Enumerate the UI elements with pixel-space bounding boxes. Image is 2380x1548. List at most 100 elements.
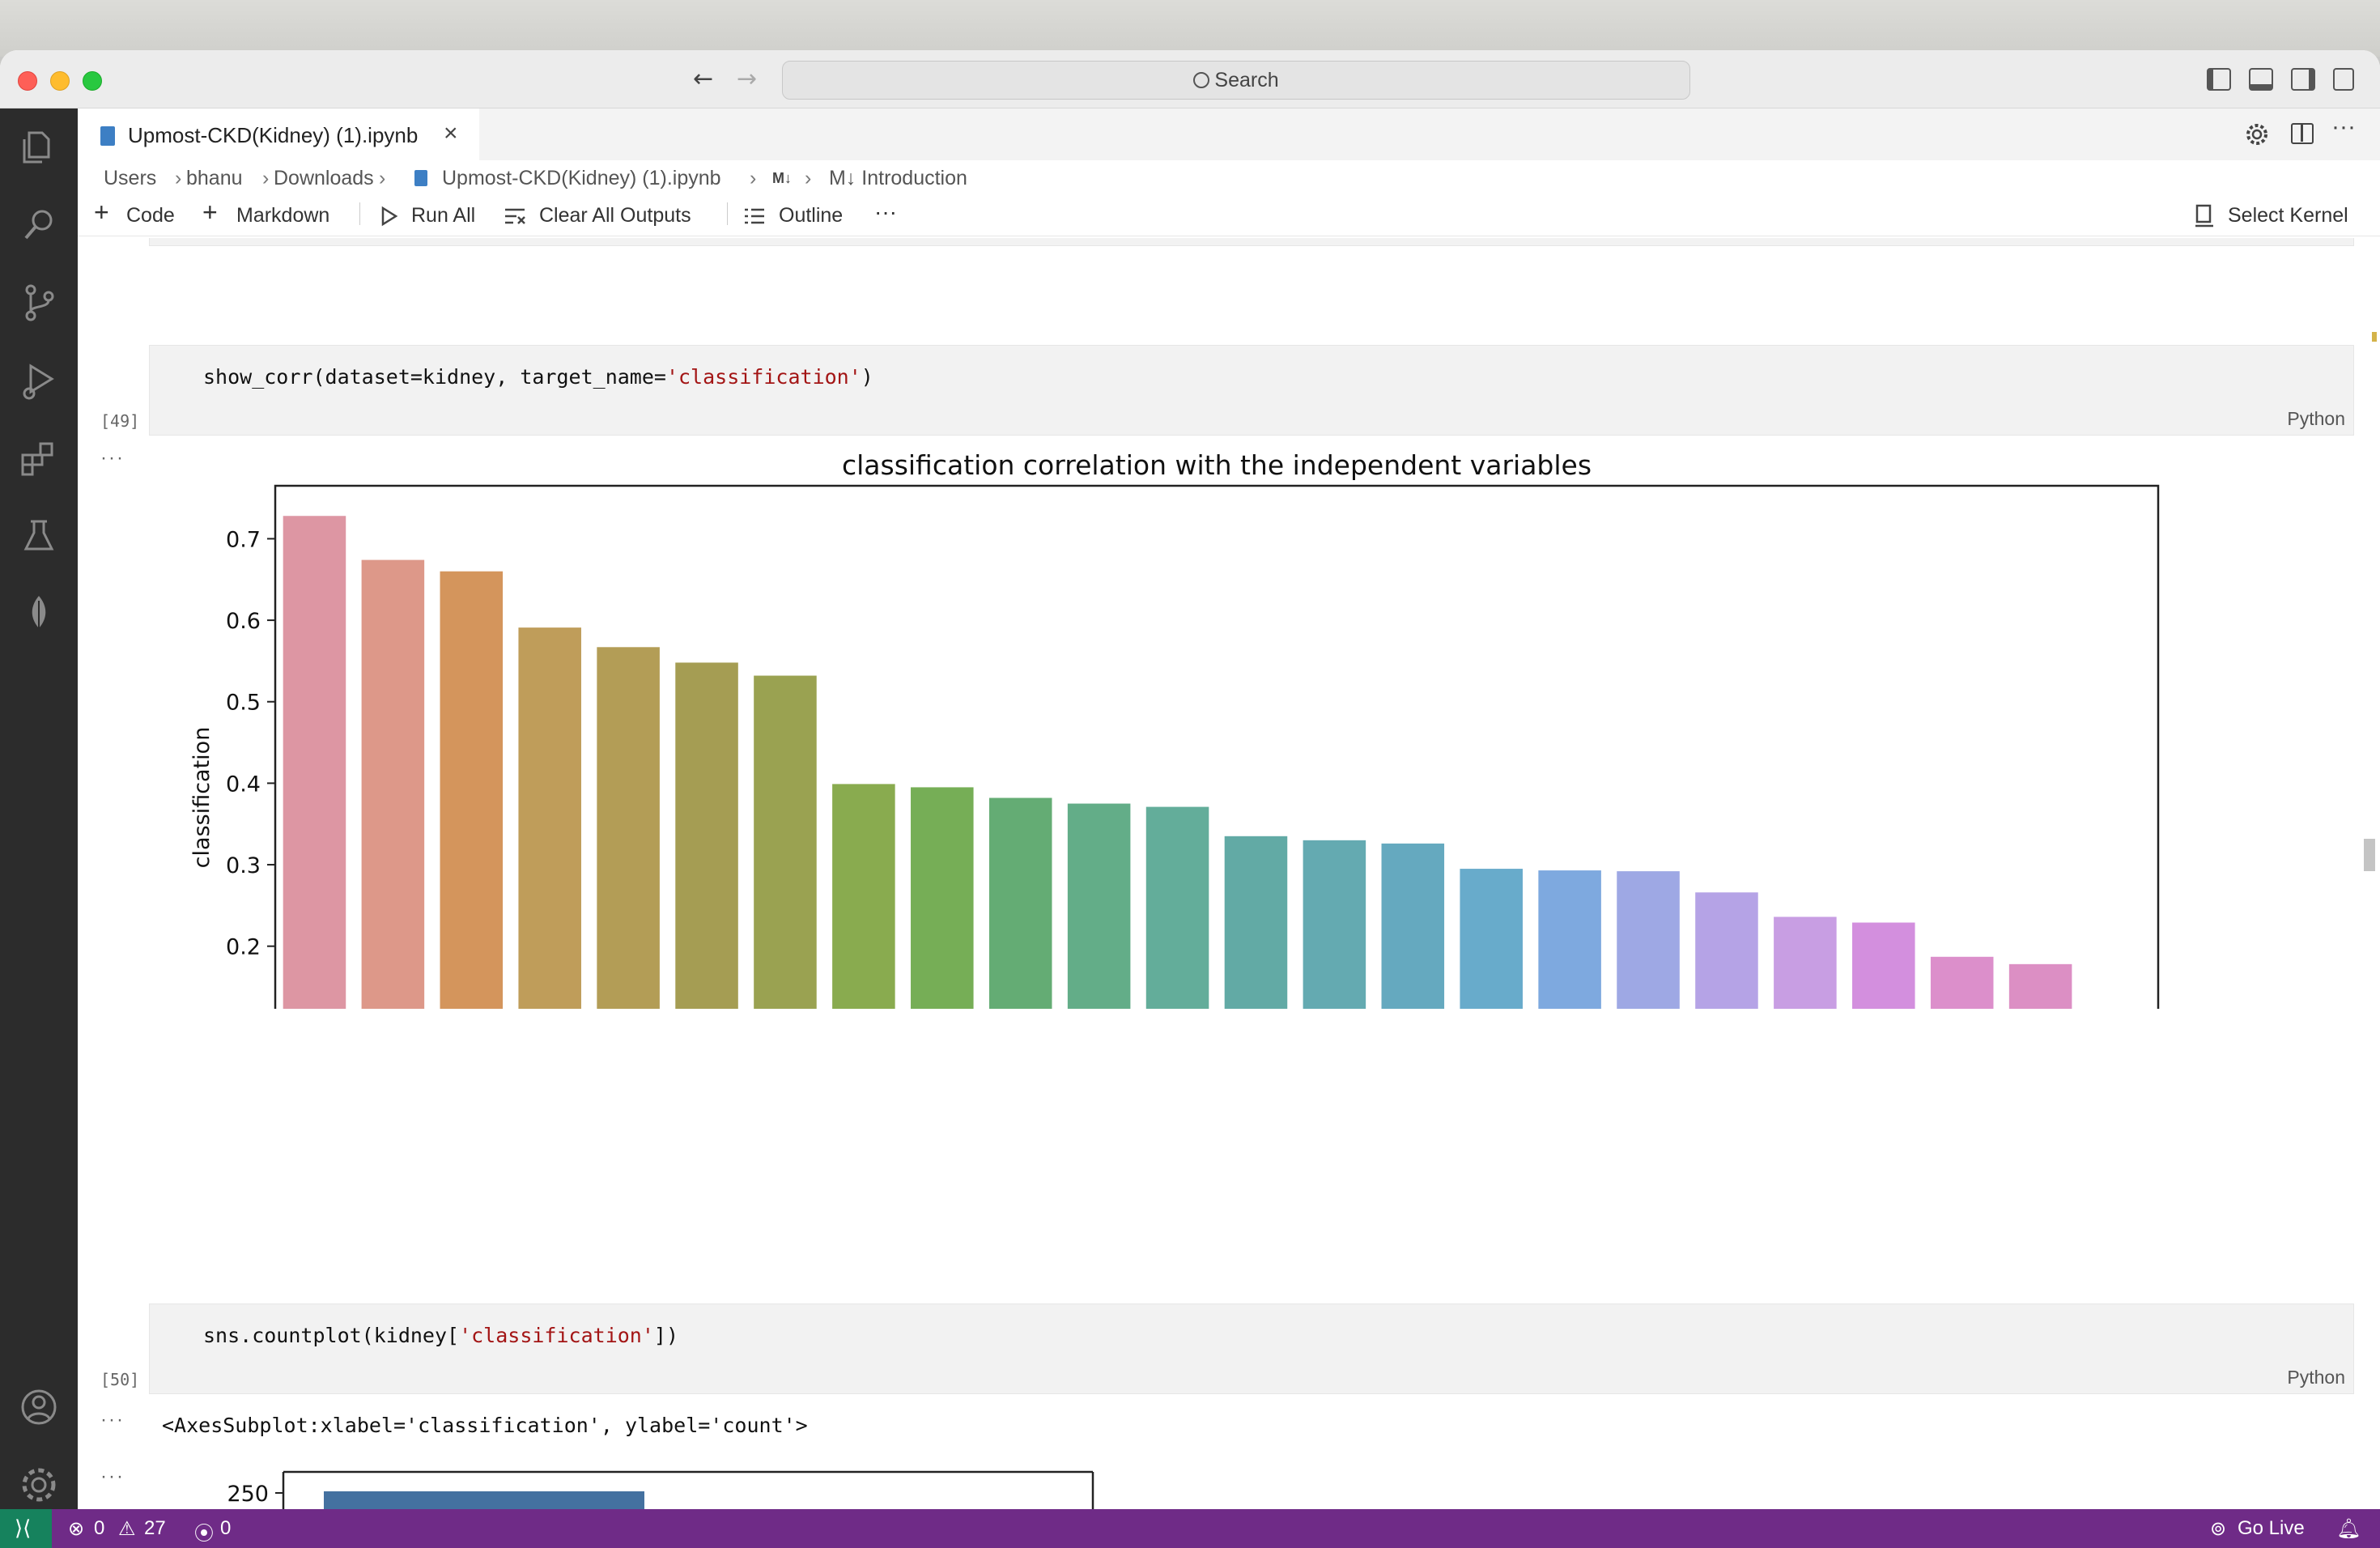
extensions-icon[interactable] xyxy=(18,437,60,479)
cell-language-label[interactable]: Python xyxy=(2287,408,2345,430)
chevron-right-icon: › xyxy=(262,167,270,189)
go-live-button[interactable]: Go Live xyxy=(2238,1517,2305,1540)
bar-ane xyxy=(1381,843,1445,1009)
run-all-icon xyxy=(381,206,398,227)
code-string: 'classification' xyxy=(459,1324,654,1347)
source-control-icon[interactable] xyxy=(18,282,60,324)
outline-list-icon xyxy=(745,208,764,224)
back-arrow-icon[interactable]: ← xyxy=(693,65,713,93)
run-all-button[interactable]: Run All xyxy=(411,204,475,228)
notebook-toolbar: + Code + Markdown Run All Clear All Outp… xyxy=(78,196,2380,236)
minimize-window-button[interactable] xyxy=(50,71,70,91)
chevron-right-icon: › xyxy=(379,167,386,189)
maximize-window-button[interactable] xyxy=(83,71,102,91)
ports-count[interactable]: 0 xyxy=(220,1517,231,1540)
bar-htn xyxy=(518,627,581,1009)
y-tick-label: 0.2 xyxy=(226,935,261,960)
kernel-icon xyxy=(2195,204,2213,228)
manage-gear-icon[interactable] xyxy=(18,1464,60,1506)
bar-bgr xyxy=(988,797,1052,1009)
clear-all-outputs-button[interactable]: Clear All Outputs xyxy=(539,204,691,228)
account-icon[interactable] xyxy=(18,1386,60,1428)
more-actions-icon[interactable]: ··· xyxy=(2331,113,2356,141)
error-icon: ⊗ xyxy=(68,1518,85,1540)
vscode-window: ← → Search Upmost-CKD(Kidney) (1).ipynb … xyxy=(0,50,2380,1548)
code-text: ]) xyxy=(653,1324,679,1347)
bar-count xyxy=(324,1491,644,1509)
desktop-background xyxy=(0,0,2380,57)
customize-layout-icon[interactable] xyxy=(2333,68,2354,91)
bar-ba xyxy=(1930,956,1994,1009)
bar-pc xyxy=(832,784,895,1009)
chevron-right-icon: › xyxy=(805,167,812,189)
warning-count[interactable]: 27 xyxy=(144,1517,166,1540)
bar-rc xyxy=(597,647,660,1009)
plus-icon: + xyxy=(202,198,218,227)
notifications-bell-icon[interactable]: 🔔︎ xyxy=(2336,1517,2361,1541)
notebook-settings-gear-icon[interactable] xyxy=(2244,121,2270,147)
search-label: Search xyxy=(1214,69,1279,91)
tab-label: Upmost-CKD(Kidney) (1).ipynb xyxy=(128,123,419,147)
output-more-icon[interactable]: ··· xyxy=(100,1409,125,1431)
scrollbar-thumb[interactable] xyxy=(2364,839,2375,871)
plus-icon: + xyxy=(94,198,109,227)
notebook-file-icon xyxy=(414,170,427,186)
y-tick-label: 0.6 xyxy=(226,609,261,634)
code-string: 'classification' xyxy=(665,365,861,389)
breadcrumb-notebook[interactable]: Upmost-CKD(Kidney) (1).ipynb xyxy=(442,167,721,190)
outline-button[interactable]: Outline xyxy=(779,204,843,228)
cell-code[interactable]: show_corr(dataset=kidney, target_name='c… xyxy=(203,365,873,389)
broadcast-icon: ⊚ xyxy=(2210,1518,2227,1540)
y-tick-label: 0.5 xyxy=(226,691,261,716)
explorer-icon[interactable] xyxy=(18,126,60,168)
warning-icon: ⚠ xyxy=(118,1518,136,1540)
cell-code[interactable]: sns.countplot(kidney['classification']) xyxy=(203,1324,678,1347)
run-debug-icon[interactable] xyxy=(18,359,60,402)
bar-bp xyxy=(1538,870,1601,1009)
breadcrumb-markdown-cell[interactable]: M↓ xyxy=(772,170,792,187)
code-cell-49[interactable]: show_corr(dataset=kidney, target_name='c… xyxy=(149,345,2354,436)
add-markdown-cell-button[interactable]: Markdown xyxy=(236,204,329,228)
status-bar: ⟩⟨ ⊗ 0 ⚠ 27 ⦿ 0 ⊚ Go Live 🔔︎ xyxy=(0,1509,2380,1548)
mongodb-leaf-icon[interactable] xyxy=(18,593,60,635)
cell-output-text: <AxesSubplot:xlabel='classification', yl… xyxy=(162,1414,808,1437)
toggle-secondary-sidebar-icon[interactable] xyxy=(2291,68,2315,91)
more-toolbar-actions-icon[interactable]: ··· xyxy=(874,199,897,225)
error-count[interactable]: 0 xyxy=(94,1517,104,1540)
toggle-panel-icon[interactable] xyxy=(2249,68,2273,91)
close-window-button[interactable] xyxy=(18,71,37,91)
bar-age xyxy=(1852,922,1915,1009)
split-editor-icon[interactable] xyxy=(2291,123,2314,144)
breadcrumb-bhanu[interactable]: bhanu xyxy=(186,167,243,190)
code-cell-50[interactable]: sns.countplot(kidney['classification']) … xyxy=(149,1303,2354,1394)
testing-icon[interactable] xyxy=(18,515,60,557)
breadcrumb-users[interactable]: Users xyxy=(104,167,156,190)
code-text: sns.countplot(kidney[ xyxy=(203,1324,460,1347)
bar-pcc xyxy=(1695,892,1758,1009)
bar-pcv xyxy=(361,559,425,1009)
remote-indicator[interactable]: ⟩⟨ xyxy=(0,1509,52,1548)
toolbar-divider xyxy=(359,202,360,225)
breadcrumb-introduction[interactable]: M↓ Introduction xyxy=(829,167,967,190)
clear-outputs-icon xyxy=(505,208,525,224)
forward-arrow-icon[interactable]: → xyxy=(737,65,757,93)
cell-language-label[interactable]: Python xyxy=(2287,1367,2345,1389)
chevron-right-icon: › xyxy=(175,167,182,189)
previous-cell[interactable] xyxy=(149,238,2354,246)
activity-bar xyxy=(0,108,78,1509)
bar-bu xyxy=(1145,806,1209,1009)
ports-icon: ⦿ xyxy=(194,1523,214,1545)
bar-sod xyxy=(1224,836,1288,1009)
breadcrumb-downloads[interactable]: Downloads xyxy=(274,167,374,190)
toggle-primary-sidebar-icon[interactable] xyxy=(2207,68,2231,91)
bar-su xyxy=(1460,869,1523,1009)
add-code-cell-button[interactable]: Code xyxy=(126,204,175,228)
close-tab-icon[interactable]: × xyxy=(444,120,458,147)
notebook-editor: show_corr(dataset=kidney, target_name='c… xyxy=(78,238,2380,1509)
title-bar: ← → Search xyxy=(0,50,2380,108)
select-kernel-button[interactable]: Select Kernel xyxy=(2228,204,2348,228)
y-tick-label: 0.4 xyxy=(226,772,261,797)
search-icon[interactable] xyxy=(18,204,60,246)
tab-notebook[interactable]: Upmost-CKD(Kidney) (1).ipynb × xyxy=(78,108,479,160)
command-center-search[interactable]: Search xyxy=(782,61,1690,100)
